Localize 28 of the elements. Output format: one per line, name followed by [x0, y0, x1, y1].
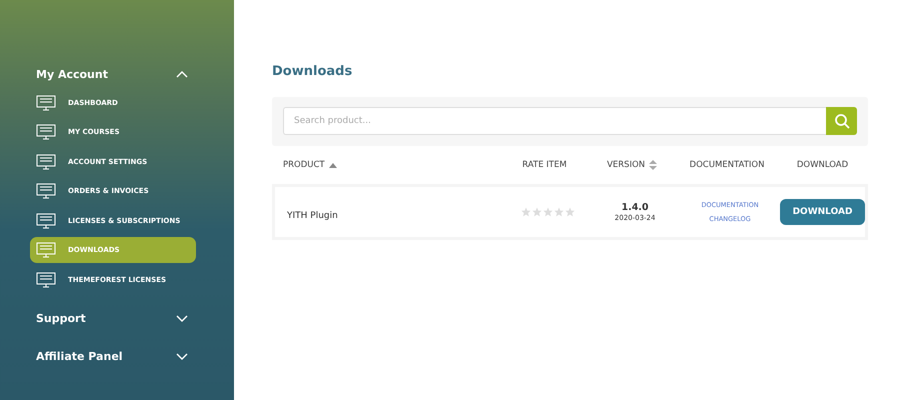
- section-header[interactable]: Affiliate Panel: [0, 344, 234, 368]
- column-header[interactable]: DOCUMENTATION: [690, 160, 764, 170]
- search-button[interactable]: [826, 107, 857, 135]
- section-header[interactable]: My Account: [0, 62, 234, 86]
- monitor-icon: [36, 124, 56, 140]
- download-button[interactable]: DOWNLOAD: [780, 199, 865, 225]
- search-field[interactable]: Search product...: [283, 107, 826, 135]
- section-header[interactable]: Support: [0, 306, 234, 330]
- star-rating[interactable]: [520, 207, 574, 217]
- column-header[interactable]: PRODUCT: [283, 160, 325, 170]
- sort-ascending-icon[interactable]: [328, 162, 337, 168]
- product-name: YITH Plugin: [287, 210, 338, 220]
- monitor-icon: [36, 154, 56, 170]
- chevron-icon: [176, 70, 188, 78]
- column-header[interactable]: RATE ITEM: [522, 160, 567, 170]
- version-number: 1.4.0: [621, 202, 649, 213]
- monitor-icon: [36, 212, 56, 228]
- chevron-icon: [176, 352, 188, 360]
- monitor-icon: [36, 183, 56, 199]
- search-icon: [834, 113, 850, 129]
- page-title: Downloads: [272, 64, 354, 79]
- monitor-icon: [36, 94, 56, 110]
- column-header[interactable]: VERSION: [606, 160, 646, 170]
- column-header[interactable]: DOWNLOAD: [796, 160, 848, 170]
- monitor-icon: [36, 272, 56, 288]
- sort-icon[interactable]: [649, 160, 658, 170]
- chevron-icon: [176, 314, 188, 322]
- monitor-icon: [36, 242, 56, 258]
